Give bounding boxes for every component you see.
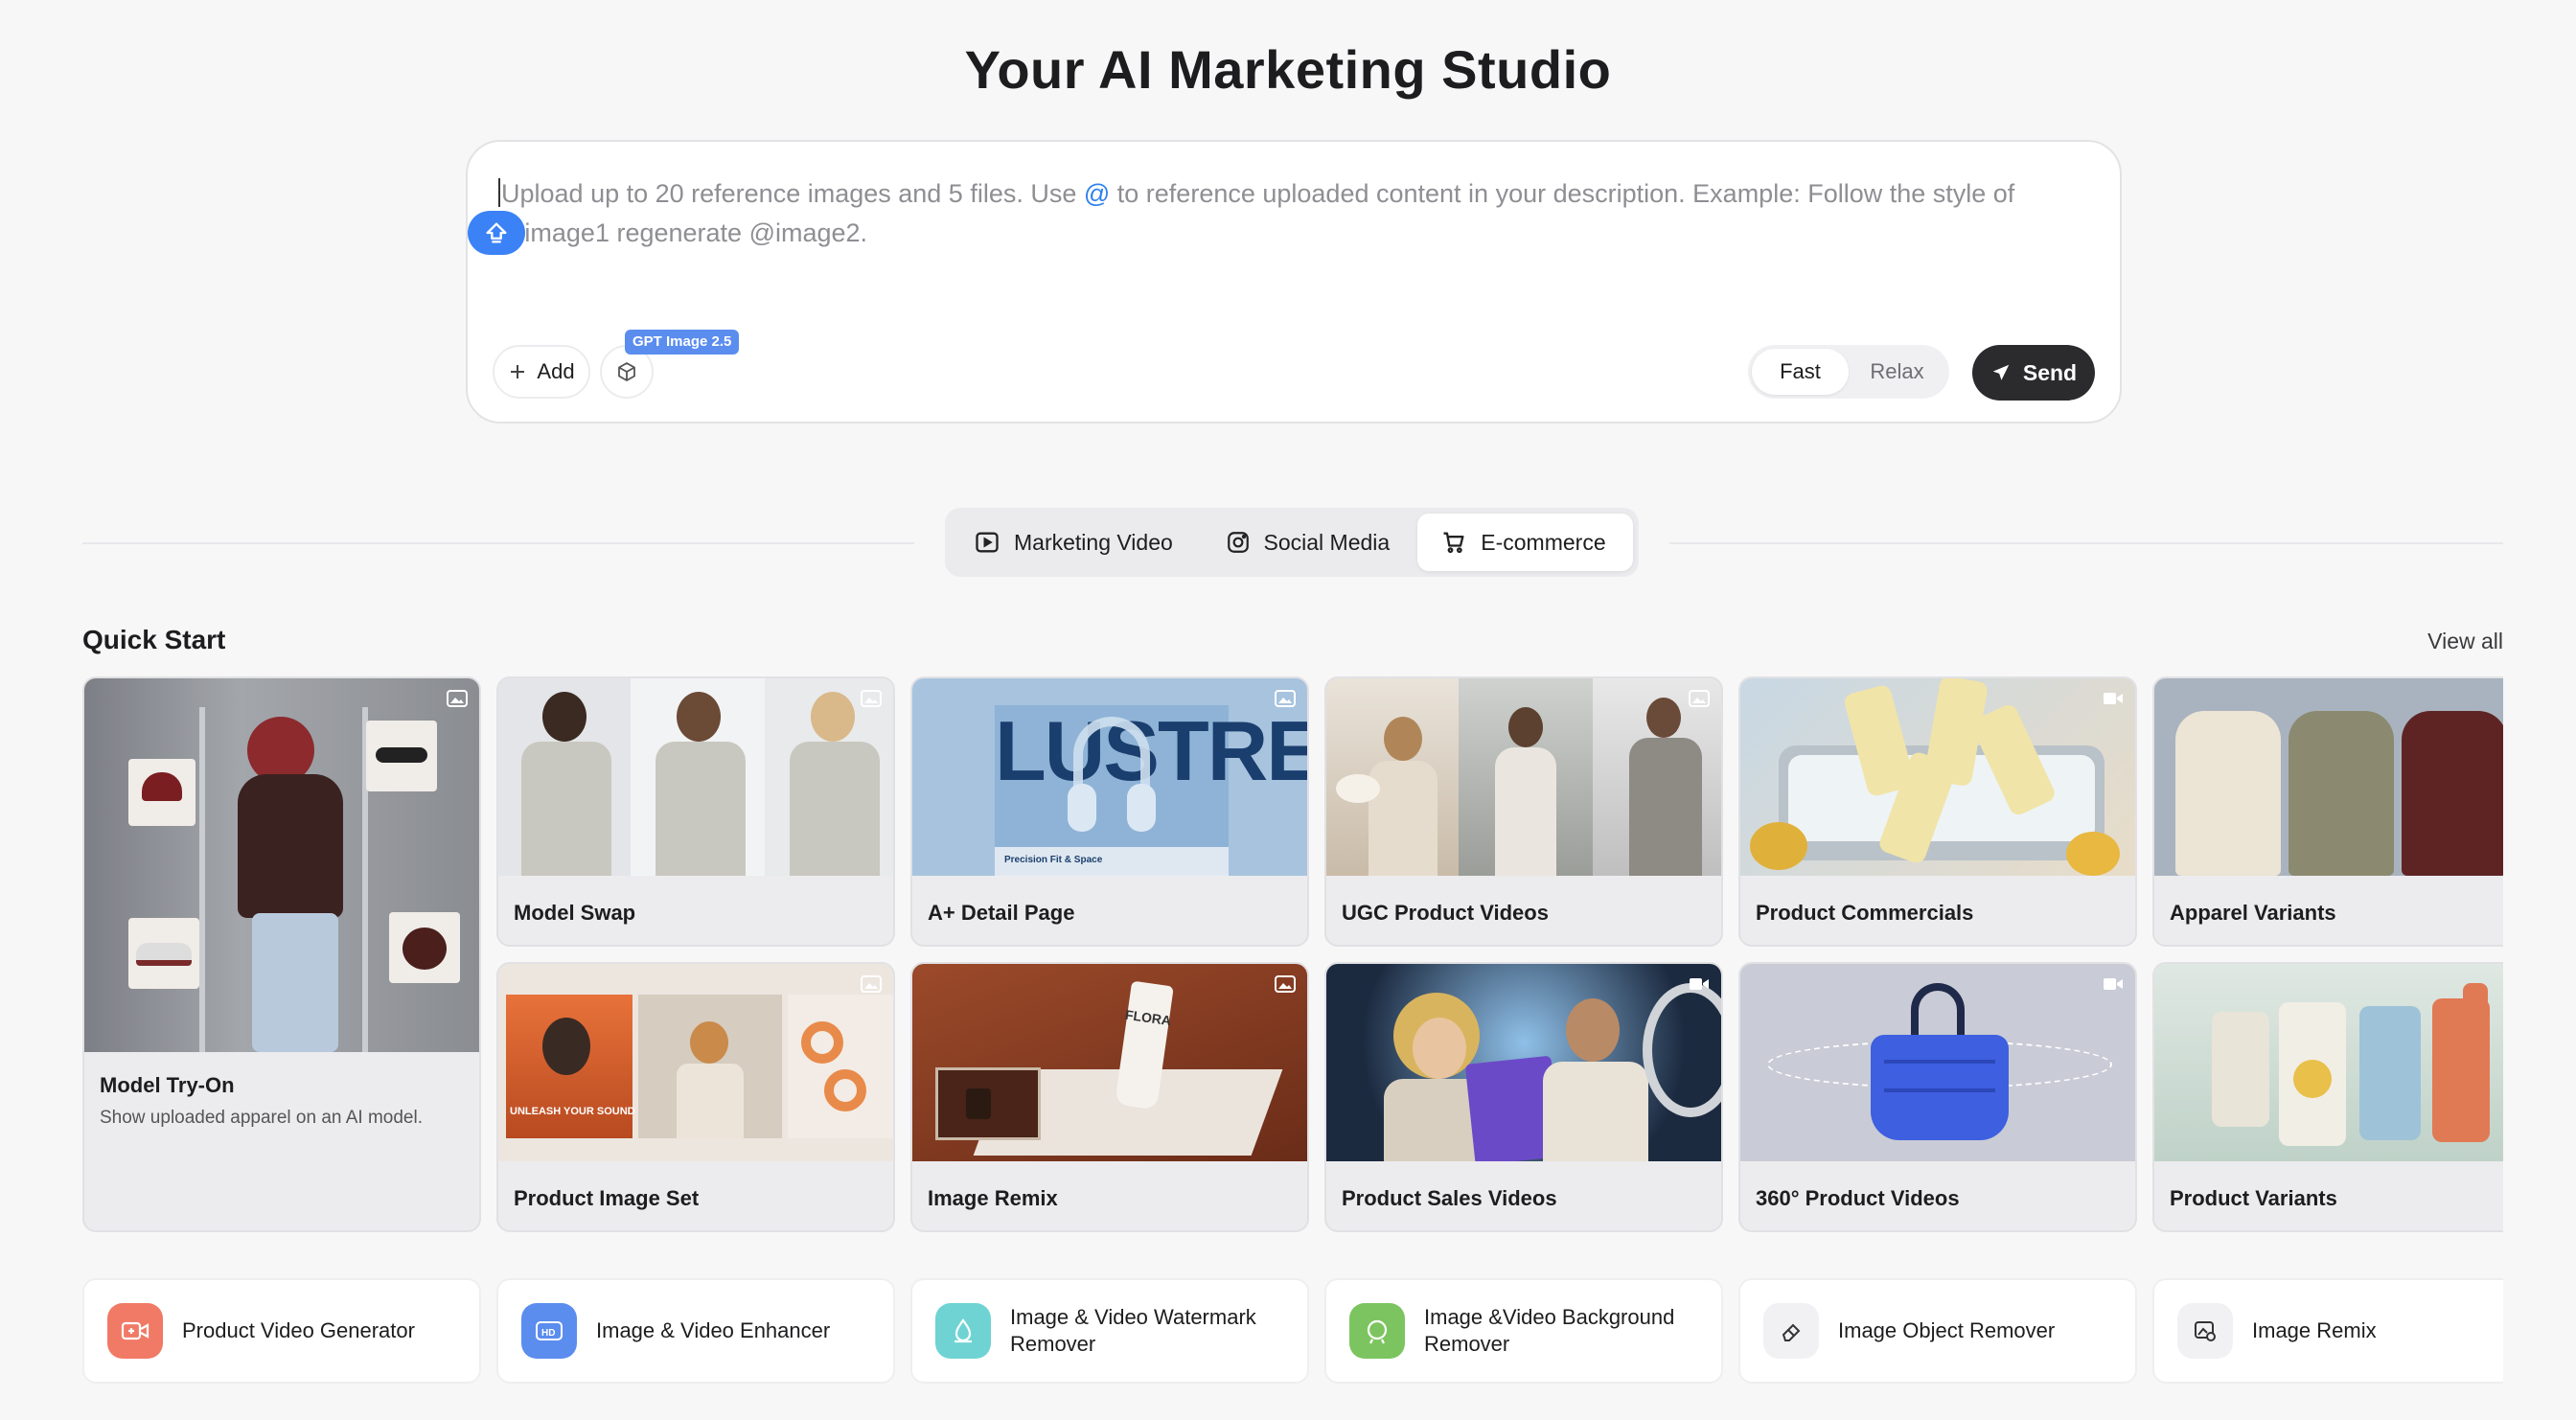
placeholder-at-symbol: @ — [1083, 179, 1111, 208]
card-thumbnail — [2154, 964, 2503, 1161]
image-remix-icon — [2177, 1303, 2233, 1359]
art-subtext: Precision Fit & Space — [1004, 855, 1103, 865]
divider-left — [82, 542, 914, 544]
card-a-plus-detail-page[interactable]: LUSTRE Precision Fit & Space A+ Detail P… — [910, 676, 1309, 947]
bg-remove-icon — [1349, 1303, 1405, 1359]
placeholder-part-1: Upload up to 20 reference images and 5 f… — [501, 179, 1084, 208]
add-button[interactable]: Add — [493, 345, 590, 399]
card-thumbnail — [498, 678, 893, 876]
card-title: 360° Product Videos — [1756, 1186, 1960, 1210]
send-icon — [1992, 364, 2010, 380]
tool-object-remover[interactable]: Image Object Remover — [1738, 1278, 2137, 1384]
model-badge: GPT Image 2.5 — [625, 330, 740, 355]
video-type-icon — [2104, 978, 2123, 990]
prompt-composer[interactable]: Upload up to 20 reference images and 5 f… — [466, 140, 2122, 424]
video-plus-icon — [107, 1303, 163, 1359]
tool-shortcuts: Product Video Generator HD Image & Video… — [82, 1278, 2503, 1384]
tool-label: Image & Video Watermark Remover — [1010, 1305, 1256, 1356]
tool-image-video-enhancer[interactable]: HD Image & Video Enhancer — [496, 1278, 895, 1384]
card-title: Product Sales Videos — [1342, 1186, 1557, 1210]
video-type-icon — [2104, 693, 2123, 704]
card-360-product-videos[interactable]: 360° Product Videos — [1738, 962, 2137, 1232]
quick-start-grid: Model Try-On Show uploaded apparel on an… — [82, 676, 2503, 1234]
card-thumbnail — [1740, 964, 2135, 1161]
tool-label: Product Video Generator — [182, 1318, 415, 1342]
text-caret — [498, 178, 500, 207]
card-title: Model Try-On — [100, 1073, 235, 1097]
image-type-icon — [1275, 690, 1296, 707]
tab-label: Marketing Video — [1014, 529, 1173, 555]
art-text: UNLEASH YOUR SOUND — [510, 1106, 635, 1117]
card-ugc-product-videos[interactable]: UGC Product Videos — [1324, 676, 1723, 947]
tab-marketing-video[interactable]: Marketing Video — [951, 514, 1199, 571]
card-image-remix[interactable]: FLORA Image Remix — [910, 962, 1309, 1232]
tab-social-media[interactable]: Social Media — [1203, 514, 1414, 571]
speed-toggle[interactable]: Fast Relax — [1748, 345, 1949, 399]
tab-label: E-commerce — [1481, 529, 1606, 555]
eraser-drop-icon — [935, 1303, 991, 1359]
card-title: Apparel Variants — [2170, 901, 2336, 925]
divider-right — [1669, 542, 2503, 544]
image-type-icon — [1689, 690, 1710, 707]
card-product-sales-videos[interactable]: Product Sales Videos — [1324, 962, 1723, 1232]
tool-label: Image &Video Background Remover — [1424, 1305, 1675, 1356]
card-thumbnail: FLORA — [912, 964, 1307, 1161]
tool-background-remover[interactable]: Image &Video Background Remover — [1324, 1278, 1723, 1384]
card-thumbnail: LUSTRE Precision Fit & Space — [912, 678, 1307, 876]
tab-e-commerce[interactable]: E-commerce — [1417, 514, 1633, 571]
send-button-label: Send — [2022, 359, 2078, 385]
card-thumbnail — [1326, 964, 1721, 1161]
hd-icon: HD — [521, 1303, 577, 1359]
card-description: Show uploaded apparel on an AI model. — [100, 1108, 423, 1128]
view-all-link[interactable]: View all — [2427, 629, 2503, 654]
speed-option-relax[interactable]: Relax — [1849, 349, 1945, 395]
upload-icon[interactable] — [468, 211, 525, 255]
video-type-icon — [1690, 978, 1709, 990]
cube-icon — [618, 362, 635, 381]
tool-label: Image Object Remover — [1838, 1318, 2056, 1342]
card-title: Product Image Set — [514, 1186, 700, 1210]
tool-label: Image Remix — [2252, 1318, 2377, 1342]
section-title-quick-start: Quick Start — [82, 625, 226, 654]
category-tabs: Marketing Video Social Media E-commerce — [945, 508, 1639, 577]
send-button[interactable]: Send — [1972, 345, 2095, 401]
card-thumbnail — [84, 678, 479, 1052]
card-product-commercials[interactable]: Product Commercials — [1738, 676, 2137, 947]
card-thumbnail — [1740, 678, 2135, 876]
tab-label: Social Media — [1263, 529, 1391, 555]
card-title: Model Swap — [514, 901, 636, 925]
plus-icon — [511, 365, 525, 378]
card-model-try-on[interactable]: Model Try-On Show uploaded apparel on an… — [82, 676, 481, 1232]
instagram-icon — [1227, 532, 1249, 553]
tool-image-remix[interactable]: Image Remix — [2152, 1278, 2503, 1384]
image-type-icon — [861, 975, 882, 993]
card-thumbnail: UNLEASH YOUR SOUND — [498, 964, 893, 1161]
card-title: Image Remix — [928, 1186, 1058, 1210]
card-model-swap[interactable]: Model Swap — [496, 676, 895, 947]
card-title: Product Variants — [2170, 1186, 2337, 1210]
tool-product-video-generator[interactable]: Product Video Generator — [82, 1278, 481, 1384]
card-title: UGC Product Videos — [1342, 901, 1549, 925]
card-title: A+ Detail Page — [928, 901, 1075, 925]
image-type-icon — [861, 690, 882, 707]
image-type-icon — [447, 690, 468, 707]
card-product-image-set[interactable]: UNLEASH YOUR SOUND Product Image Set — [496, 962, 895, 1232]
card-thumbnail — [2154, 678, 2503, 876]
svg-text:HD: HD — [541, 1328, 555, 1339]
object-eraser-icon — [1763, 1303, 1819, 1359]
add-button-label: Add — [537, 359, 575, 383]
card-thumbnail — [1326, 678, 1721, 876]
page-title: Your AI Marketing Studio — [964, 39, 1612, 100]
card-apparel-variants[interactable]: Apparel Variants — [2152, 676, 2503, 947]
tool-watermark-remover[interactable]: Image & Video Watermark Remover — [910, 1278, 1309, 1384]
prompt-input[interactable]: Upload up to 20 reference images and 5 f… — [498, 174, 2089, 253]
image-type-icon — [1275, 975, 1296, 993]
play-square-icon — [976, 532, 999, 553]
cart-icon — [1443, 532, 1464, 554]
card-product-variants[interactable]: Product Variants — [2152, 962, 2503, 1232]
tool-label: Image & Video Enhancer — [596, 1318, 831, 1342]
speed-option-fast[interactable]: Fast — [1752, 349, 1849, 395]
card-title: Product Commercials — [1756, 901, 1974, 925]
